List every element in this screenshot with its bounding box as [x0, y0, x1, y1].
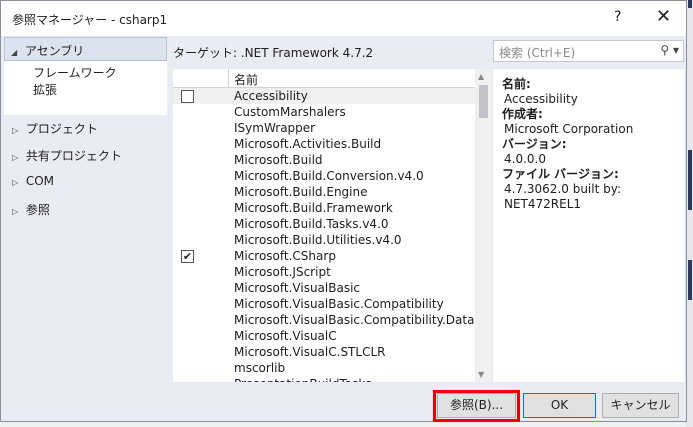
list-row[interactable]: PresentationBuildTasks [173, 376, 475, 382]
tree-item-shared-projects[interactable]: ▷ 共有プロジェクト [4, 142, 167, 169]
assembly-name: Microsoft.VisualC.STLCLR [234, 345, 386, 359]
collapsed-triangle-icon: ▷ [12, 153, 19, 162]
cancel-button[interactable]: キャンセル [602, 393, 679, 418]
assembly-name: Microsoft.Build [234, 153, 323, 167]
list-row[interactable]: Microsoft.Build.Framework [173, 200, 475, 216]
assembly-name: Microsoft.VisualC [234, 329, 337, 343]
list-row[interactable]: ✔ Microsoft.CSharp [173, 248, 475, 264]
assembly-name: Microsoft.Build.Framework [234, 201, 393, 215]
tree-item-assemblies[interactable]: ◢ アセンブリ [4, 37, 167, 61]
collapsed-triangle-icon: ▷ [12, 126, 19, 135]
assembly-name: Microsoft.CSharp [234, 249, 336, 263]
target-framework-label: ターゲット: .NET Framework 4.7.2 [173, 46, 374, 60]
assembly-name: Microsoft.VisualBasic.Compatibility.Data [234, 313, 475, 327]
list-row[interactable]: Microsoft.VisualC.STLCLR [173, 344, 475, 360]
assembly-name: Microsoft.JScript [234, 265, 331, 279]
assembly-name: Microsoft.Build.Utilities.v4.0 [234, 233, 402, 247]
assembly-name: mscorlib [234, 361, 286, 375]
scroll-thumb[interactable] [479, 85, 488, 118]
list-row[interactable]: Microsoft.Build [173, 152, 475, 168]
list-row[interactable]: Microsoft.VisualBasic.Compatibility.Data [173, 312, 475, 328]
assembly-name: Microsoft.Activities.Build [234, 137, 382, 151]
tree-item-projects[interactable]: ▷ プロジェクト [4, 115, 167, 142]
assembly-name: Microsoft.VisualBasic.Compatibility [234, 297, 444, 311]
list-row[interactable]: Microsoft.Activities.Build [173, 136, 475, 152]
scroll-down-icon[interactable]: ▼ [478, 370, 484, 379]
list-row[interactable]: Microsoft.Build.Conversion.v4.0 [173, 168, 475, 184]
list-row[interactable]: Microsoft.Build.Engine [173, 184, 475, 200]
list-row[interactable]: mscorlib [173, 360, 475, 376]
scroll-up-icon[interactable]: ▲ [478, 72, 484, 81]
name-column-header[interactable]: 名前 [229, 69, 263, 87]
list-row[interactable]: CustomMarshalers [173, 104, 475, 120]
help-button[interactable]: ? [614, 9, 621, 25]
assembly-name: Microsoft.Build.Tasks.v4.0 [234, 217, 389, 231]
assembly-list: 名前 Accessibility CustomMarshalers ISymWrap… [173, 69, 475, 382]
list-row[interactable]: Microsoft.JScript [173, 264, 475, 280]
window-title: 参照マネージャー - csharp1 [12, 13, 168, 27]
reference-checkbox[interactable] [181, 90, 194, 103]
close-button[interactable]: ✕ [656, 6, 671, 27]
tree-item-com[interactable]: ▷ COM [4, 169, 167, 196]
assembly-name: Microsoft.Build.Conversion.v4.0 [234, 169, 424, 183]
list-row[interactable]: Microsoft.VisualBasic [173, 280, 475, 296]
collapsed-triangle-icon: ▷ [12, 207, 19, 216]
category-tree: ◢ アセンブリ フレームワーク 拡張 ▷ プロジェクト ▷ 共有プロジェクト ▷… [4, 37, 167, 382]
collapsed-triangle-icon: ▷ [12, 178, 19, 187]
reference-manager-dialog: 参照マネージャー - csharp1 ? ✕ ◢ アセンブリ フレームワーク 拡… [0, 0, 687, 422]
ok-button[interactable]: OK [523, 393, 596, 418]
reference-checkbox[interactable]: ✔ [181, 250, 194, 263]
details-panel: 名前: Accessibility 作成者: Microsoft Corporati… [493, 69, 684, 382]
background-window [686, 0, 693, 427]
title-bar: 参照マネージャー - csharp1 ? ✕ [1, 1, 686, 36]
list-row[interactable]: Microsoft.VisualBasic.Compatibility [173, 296, 475, 312]
tree-item-extensions[interactable]: 拡張 [33, 82, 167, 99]
list-row[interactable]: Microsoft.VisualC [173, 328, 475, 344]
assembly-name: PresentationBuildTasks [234, 376, 372, 382]
assembly-name: Accessibility [234, 89, 308, 103]
tree-item-browse[interactable]: ▷ 参照 [4, 196, 167, 223]
search-icon[interactable]: ⚲ ▾ [660, 43, 679, 57]
list-row[interactable]: Microsoft.Build.Utilities.v4.0 [173, 232, 475, 248]
list-scrollbar[interactable]: ▲ ▼ [475, 69, 491, 382]
tree-item-framework[interactable]: フレームワーク [33, 65, 167, 82]
assembly-name: Microsoft.VisualBasic [234, 281, 361, 295]
assembly-name: CustomMarshalers [234, 105, 346, 119]
list-row[interactable]: ISymWrapper [173, 120, 475, 136]
search-input[interactable]: 検索 (Ctrl+E) ⚲ ▾ [493, 40, 684, 62]
list-row[interactable]: Microsoft.Build.Tasks.v4.0 [173, 216, 475, 232]
assembly-name: Microsoft.Build.Engine [234, 185, 368, 199]
assembly-name: ISymWrapper [234, 121, 316, 135]
highlight-box [433, 390, 520, 422]
list-row[interactable]: Accessibility [173, 88, 475, 104]
checkbox-column-header[interactable] [173, 69, 229, 87]
expanded-triangle-icon: ◢ [11, 48, 18, 57]
